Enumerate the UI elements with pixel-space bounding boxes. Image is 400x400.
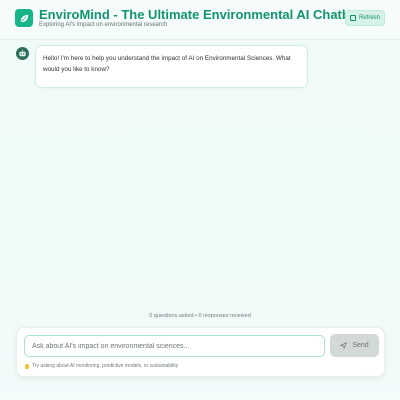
send-icon xyxy=(340,342,348,349)
hint-text: Try asking about AI monitoring, predicti… xyxy=(32,363,179,369)
bot-avatar-icon xyxy=(16,47,29,60)
send-label: Send xyxy=(352,342,369,349)
header: EnviroMind - The Ultimate Environmental … xyxy=(0,0,400,40)
app-title: EnviroMind - The Ultimate Environmental … xyxy=(39,7,363,22)
refresh-label: Refresh xyxy=(358,15,380,21)
app-window: EnviroMind - The Ultimate Environmental … xyxy=(0,0,400,400)
refresh-button[interactable]: Refresh xyxy=(345,10,385,26)
refresh-icon xyxy=(349,15,356,21)
conversation-stats: 0 questions asked • 0 responses received xyxy=(149,313,251,319)
message-input[interactable] xyxy=(24,335,325,357)
composer-panel: Send Try asking about AI monitoring, pre… xyxy=(16,327,385,377)
app-subtitle: Exploring AI's impact on environmental r… xyxy=(39,22,168,28)
composer-hint: Try asking about AI monitoring, predicti… xyxy=(25,363,178,369)
send-button[interactable]: Send xyxy=(330,334,379,357)
bot-message: Hello! I'm here to help you understand t… xyxy=(35,45,308,88)
leaf-logo-icon xyxy=(15,9,33,27)
lightbulb-icon xyxy=(25,363,29,369)
